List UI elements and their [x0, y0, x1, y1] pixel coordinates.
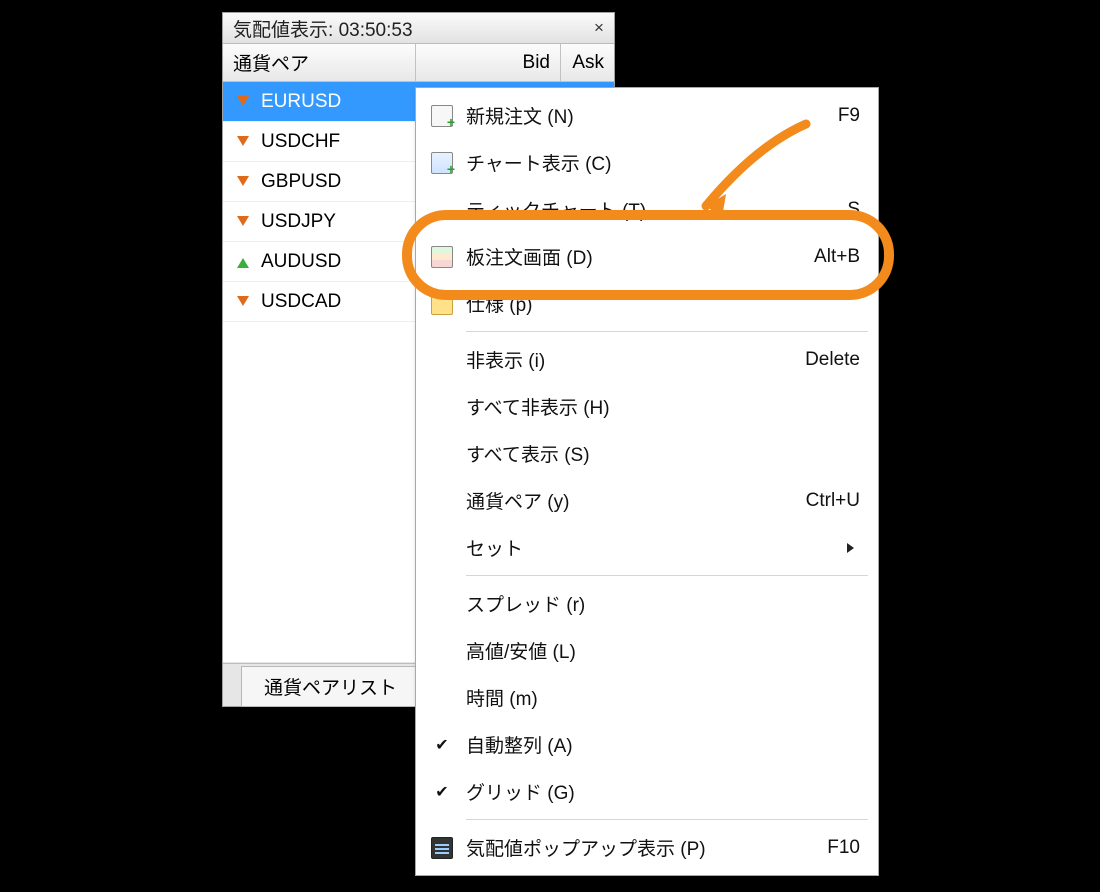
menu-item-label: 時間 (m): [466, 684, 770, 711]
spec-icon: [431, 293, 453, 315]
menu-item-hotkey: F10: [770, 837, 860, 859]
menu-separator: [466, 819, 868, 820]
titlebar[interactable]: 気配値表示: 03:50:53 ×: [223, 13, 614, 44]
chart-icon: [431, 152, 453, 174]
menu-item-label: グリッド (G): [466, 778, 770, 805]
menu-item[interactable]: 気配値ポップアップ表示 (P)F10: [418, 824, 876, 871]
pair-symbol: GBPUSD: [261, 171, 341, 193]
menu-item-label: すべて非表示 (H): [466, 393, 770, 420]
submenu-arrow-icon: [847, 543, 854, 553]
menu-item-hotkey: Delete: [770, 349, 860, 371]
menu-item-label: すべて表示 (S): [466, 440, 770, 467]
pair-symbol: USDJPY: [261, 211, 336, 233]
menu-item[interactable]: 非表示 (i)Delete: [418, 336, 876, 383]
menu-item[interactable]: ティックチャート (T)S: [418, 186, 876, 233]
menu-item-hotkey: F9: [770, 105, 860, 127]
window-title: 気配値表示: 03:50:53: [233, 15, 590, 42]
popup-icon: [431, 837, 453, 859]
menu-separator: [466, 331, 868, 332]
menu-item-label: チャート表示 (C): [466, 149, 770, 176]
title-prefix: 気配値表示:: [233, 20, 339, 41]
menu-item-label: 板注文画面 (D): [466, 243, 770, 270]
menu-item[interactable]: 時間 (m): [418, 674, 876, 721]
menu-item[interactable]: すべて表示 (S): [418, 430, 876, 477]
close-icon[interactable]: ×: [590, 19, 608, 37]
menu-item-label: スプレッド (r): [466, 590, 770, 617]
menu-item-label: セット: [466, 534, 847, 561]
column-headers: 通貨ペア Bid Ask: [223, 44, 614, 82]
menu-icon: [418, 246, 466, 268]
pair-symbol: EURUSD: [261, 91, 341, 113]
menu-icon: [418, 293, 466, 315]
col-header-bid[interactable]: Bid: [416, 44, 561, 81]
menu-item[interactable]: 仕様 (p): [418, 280, 876, 327]
pair-symbol: USDCHF: [261, 131, 340, 153]
menu-item[interactable]: セット: [418, 524, 876, 571]
col-header-pair[interactable]: 通貨ペア: [223, 44, 416, 81]
menu-item[interactable]: チャート表示 (C): [418, 139, 876, 186]
menu-item[interactable]: 通貨ペア (y)Ctrl+U: [418, 477, 876, 524]
arrow-down-icon: [235, 214, 251, 230]
menu-item-hotkey: Ctrl+U: [770, 490, 860, 512]
menu-item[interactable]: スプレッド (r): [418, 580, 876, 627]
pair-symbol: AUDUSD: [261, 251, 341, 273]
arrow-up-icon: [235, 254, 251, 270]
menu-item-label: 通貨ペア (y): [466, 487, 770, 514]
col-header-ask[interactable]: Ask: [561, 44, 614, 81]
menu-item-label: 新規注文 (N): [466, 102, 770, 129]
menu-item[interactable]: グリッド (G): [418, 768, 876, 815]
menu-item[interactable]: 新規注文 (N)F9: [418, 92, 876, 139]
menu-item-hotkey: S: [770, 199, 860, 221]
dom-icon: [431, 246, 453, 268]
menu-icon: [418, 105, 466, 127]
menu-item-label: 自動整列 (A): [466, 731, 770, 758]
menu-item-label: 非表示 (i): [466, 346, 770, 373]
menu-item[interactable]: 板注文画面 (D)Alt+B: [418, 233, 876, 280]
menu-icon: [418, 152, 466, 174]
pair-symbol: USDCAD: [261, 291, 341, 313]
tab-pairs-list[interactable]: 通貨ペアリスト: [241, 666, 420, 707]
arrow-down-icon: [235, 94, 251, 110]
menu-item-label: 気配値ポップアップ表示 (P): [466, 834, 770, 861]
menu-item-label: ティックチャート (T): [466, 196, 770, 223]
new-icon: [431, 105, 453, 127]
menu-icon: [418, 837, 466, 859]
check-icon: [418, 782, 466, 802]
arrow-down-icon: [235, 134, 251, 150]
menu-item-label: 仕様 (p): [466, 290, 770, 317]
menu-item[interactable]: すべて非表示 (H): [418, 383, 876, 430]
arrow-down-icon: [235, 174, 251, 190]
menu-separator: [466, 575, 868, 576]
menu-item[interactable]: 自動整列 (A): [418, 721, 876, 768]
check-icon: [418, 735, 466, 755]
title-time: 03:50:53: [339, 20, 413, 41]
context-menu: 新規注文 (N)F9チャート表示 (C)ティックチャート (T)S板注文画面 (…: [415, 87, 879, 876]
arrow-down-icon: [235, 294, 251, 310]
menu-item[interactable]: 高値/安値 (L): [418, 627, 876, 674]
menu-item-hotkey: Alt+B: [770, 246, 860, 268]
menu-item-label: 高値/安値 (L): [466, 637, 770, 664]
